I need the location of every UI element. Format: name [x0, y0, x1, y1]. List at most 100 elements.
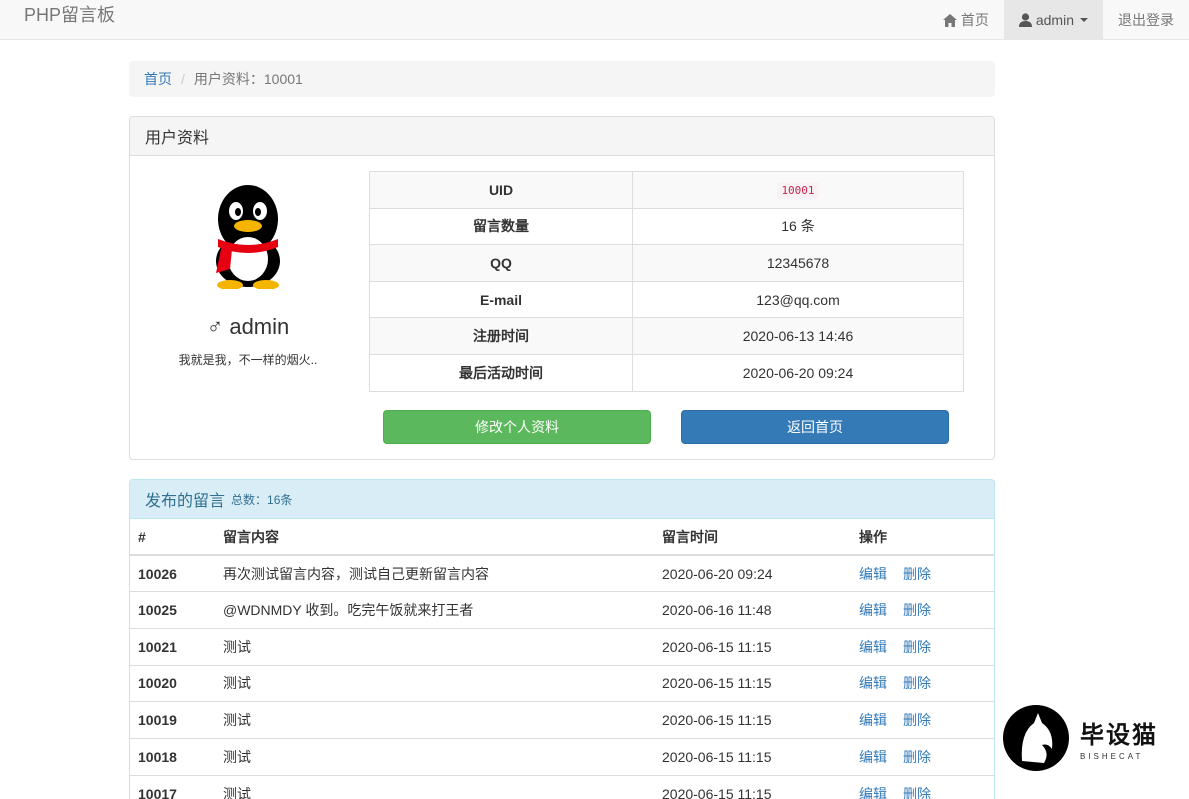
- post-id: 10017: [130, 774, 215, 799]
- info-label: UID: [369, 171, 633, 209]
- info-row: E-mail 123@qq.com: [369, 280, 964, 319]
- brand-link[interactable]: PHP留言板: [24, 4, 115, 26]
- delete-post-link[interactable]: 删除: [903, 712, 931, 728]
- info-label: QQ: [369, 244, 633, 282]
- col-header-time: 留言时间: [654, 519, 851, 556]
- posts-panel-heading: 发布的留言 总数：16条: [130, 480, 994, 519]
- caret-down-icon: [1080, 18, 1088, 22]
- table-row: 10018 测试 2020-06-15 11:15 编辑 删除: [130, 737, 994, 776]
- table-row: 10019 测试 2020-06-15 11:15 编辑 删除: [130, 701, 994, 739]
- info-value: 10001: [632, 171, 964, 209]
- post-content: 测试: [215, 664, 654, 702]
- post-time: 2020-06-15 11:15: [654, 627, 851, 666]
- table-row: 10026 再次测试留言内容，测试自己更新留言内容 2020-06-20 09:24…: [130, 554, 994, 592]
- profile-panel: 用户资料 ♂ admin 我就是我，不一样的烟火.. UID 10001 留言数…: [129, 116, 995, 460]
- profile-panel-title: 用户资料: [130, 117, 994, 156]
- info-value: 123@qq.com: [632, 280, 964, 319]
- edit-post-link[interactable]: 编辑: [859, 639, 887, 655]
- info-row: QQ 12345678: [369, 244, 964, 282]
- breadcrumb-separator: /: [181, 71, 185, 87]
- nav-logout-link[interactable]: 退出登录: [1103, 0, 1189, 40]
- edit-post-link[interactable]: 编辑: [859, 566, 887, 582]
- posts-panel-title: 发布的留言: [145, 493, 226, 510]
- edit-post-link[interactable]: 编辑: [859, 602, 887, 618]
- post-id: 10020: [130, 664, 215, 702]
- post-content: 测试: [215, 737, 654, 776]
- table-row: 10020 测试 2020-06-15 11:15 编辑 删除: [130, 664, 994, 702]
- post-actions: 编辑 删除: [851, 701, 994, 739]
- avatar: [216, 185, 280, 289]
- nav-home-label: 首页: [960, 12, 989, 28]
- info-label: 注册时间: [369, 317, 633, 355]
- delete-post-link[interactable]: 删除: [903, 566, 931, 582]
- post-time: 2020-06-20 09:24: [654, 554, 851, 592]
- post-actions: 编辑 删除: [851, 664, 994, 702]
- post-content: 测试: [215, 774, 654, 799]
- profile-bio: 我就是我，不一样的烟火..: [178, 353, 318, 367]
- post-id: 10026: [130, 554, 215, 592]
- posts-count: 总数：16条: [231, 492, 293, 507]
- edit-profile-button[interactable]: 修改个人资料: [383, 410, 651, 444]
- nav-user-dropdown[interactable]: admin: [1003, 0, 1103, 40]
- cat-logo-icon: [1003, 705, 1069, 771]
- delete-post-link[interactable]: 删除: [903, 675, 931, 691]
- table-row: 10021 测试 2020-06-15 11:15 编辑 删除: [130, 627, 994, 666]
- col-header-id: #: [130, 519, 215, 556]
- info-label: 最后活动时间: [369, 353, 633, 392]
- post-time: 2020-06-16 11:48: [654, 591, 851, 629]
- post-actions: 编辑 删除: [851, 774, 994, 799]
- info-value: 12345678: [632, 244, 964, 282]
- info-row: 最后活动时间 2020-06-20 09:24: [369, 353, 964, 392]
- edit-post-link[interactable]: 编辑: [859, 675, 887, 691]
- nav-right: 首页 admin 退出登录: [928, 0, 1189, 40]
- table-row: 10025 @WDNMDY 收到。吃完午饭就来打王者 2020-06-16 11:4…: [130, 591, 994, 629]
- post-actions: 编辑 删除: [851, 591, 994, 629]
- post-time: 2020-06-15 11:15: [654, 701, 851, 739]
- posts-header-row: # 留言内容 留言时间 操作: [130, 519, 994, 556]
- profile-name: ♂ admin: [206, 314, 290, 339]
- info-row: 注册时间 2020-06-13 14:46: [369, 317, 964, 355]
- nav-home-link[interactable]: 首页: [928, 0, 1004, 40]
- posts-panel: 发布的留言 总数：16条 # 留言内容 留言时间 操作 10026 再次测试留言内…: [129, 479, 995, 799]
- watermark-main: 毕设猫: [1080, 722, 1158, 749]
- profile-info-table: UID 10001 留言数量 16 条 QQ 12345678 E-mail 1…: [369, 171, 964, 392]
- posts-table: # 留言内容 留言时间 操作 10026 再次测试留言内容，测试自己更新留言内容 2…: [130, 519, 994, 799]
- home-icon: [942, 13, 957, 27]
- delete-post-link[interactable]: 删除: [903, 639, 931, 655]
- col-header-actions: 操作: [851, 519, 994, 556]
- back-home-button[interactable]: 返回首页: [681, 410, 949, 444]
- breadcrumb-current: 用户资料：10001: [193, 71, 303, 87]
- post-id: 10019: [130, 701, 215, 739]
- post-actions: 编辑 删除: [851, 627, 994, 666]
- info-label: E-mail: [369, 280, 633, 319]
- info-label: 留言数量: [369, 207, 633, 246]
- post-id: 10018: [130, 737, 215, 776]
- table-row: 10017 测试 2020-06-15 11:15 编辑 删除: [130, 774, 994, 799]
- watermark: 毕设猫 BISHECAT: [1000, 703, 1170, 773]
- post-time: 2020-06-15 11:15: [654, 664, 851, 702]
- watermark-sub: BISHECAT: [1080, 752, 1144, 761]
- user-icon: [1018, 13, 1032, 27]
- col-header-content: 留言内容: [215, 519, 654, 556]
- nav-user-label: admin: [1035, 12, 1074, 28]
- post-id: 10025: [130, 591, 215, 629]
- post-actions: 编辑 删除: [851, 737, 994, 776]
- edit-post-link[interactable]: 编辑: [859, 712, 887, 728]
- delete-post-link[interactable]: 删除: [903, 602, 931, 618]
- post-content: 测试: [215, 627, 654, 666]
- post-content: @WDNMDY 收到。吃完午饭就来打王者: [215, 591, 654, 629]
- delete-post-link[interactable]: 删除: [903, 749, 931, 765]
- edit-post-link[interactable]: 编辑: [859, 749, 887, 765]
- posts-body: 10026 再次测试留言内容，测试自己更新留言内容 2020-06-20 09:24…: [130, 554, 994, 799]
- post-content: 再次测试留言内容，测试自己更新留言内容: [215, 554, 654, 592]
- post-time: 2020-06-15 11:15: [654, 737, 851, 776]
- info-value: 16 条: [632, 207, 964, 246]
- navbar: PHP留言板 首页 admin 退出登录: [0, 0, 1189, 40]
- info-value: 2020-06-20 09:24: [632, 353, 964, 392]
- breadcrumb-home-link[interactable]: 首页: [144, 69, 172, 89]
- breadcrumb: 首页 / 用户资料：10001: [129, 61, 995, 97]
- info-row: UID 10001: [369, 171, 964, 209]
- info-row: 留言数量 16 条: [369, 207, 964, 246]
- watermark-text: 毕设猫 BISHECAT: [1080, 715, 1158, 761]
- post-time: 2020-06-15 11:15: [654, 774, 851, 799]
